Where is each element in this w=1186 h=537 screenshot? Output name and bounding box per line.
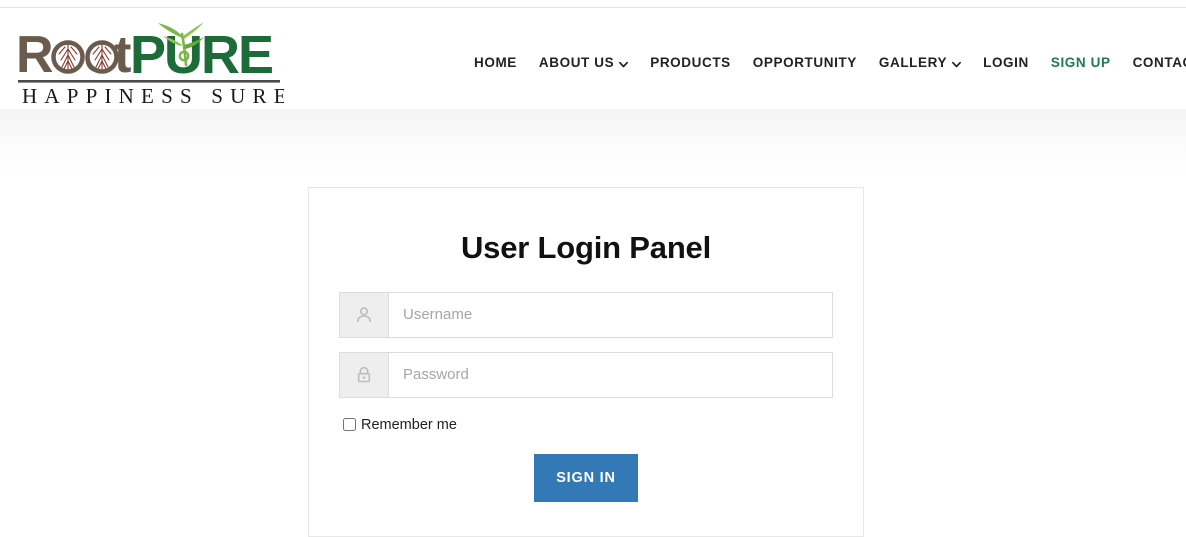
password-field-group bbox=[339, 351, 833, 398]
svg-text:PURE: PURE bbox=[130, 25, 272, 85]
password-input[interactable] bbox=[388, 351, 833, 398]
sign-in-button[interactable]: SIGN IN bbox=[534, 453, 638, 502]
username-input[interactable] bbox=[388, 291, 833, 338]
nav-label-contact: CONTACT bbox=[1132, 55, 1186, 70]
nav-label-about-us: ABOUT US bbox=[538, 55, 615, 70]
remember-me-label[interactable]: Remember me bbox=[361, 417, 457, 433]
lock-icon bbox=[339, 351, 388, 398]
remember-me-checkbox[interactable] bbox=[343, 418, 356, 432]
nav-item-gallery[interactable]: GALLERY bbox=[868, 52, 972, 74]
login-card: User Login Panel Remember bbox=[308, 187, 864, 537]
top-hairline bbox=[0, 0, 1186, 8]
submit-row: SIGN IN bbox=[339, 453, 833, 502]
chevron-down-icon bbox=[952, 60, 962, 69]
nav-item-products[interactable]: PRODUCTS bbox=[639, 52, 742, 74]
nav-item-contact[interactable]: CONTACT bbox=[1122, 52, 1186, 74]
page-title: User Login Panel bbox=[460, 230, 712, 265]
nav-label-home: HOME bbox=[474, 55, 517, 70]
user-icon bbox=[339, 291, 388, 338]
nav-item-home[interactable]: HOME bbox=[474, 52, 528, 74]
nav-item-opportunity[interactable]: OPPORTUNITY bbox=[742, 52, 868, 74]
logo-artwork: Root bbox=[16, 22, 284, 108]
chevron-down-icon bbox=[619, 60, 629, 69]
nav-label-sign-up: SIGN UP bbox=[1050, 55, 1111, 70]
nav-label-gallery: GALLERY bbox=[878, 55, 948, 70]
site-header: Root bbox=[0, 8, 1186, 109]
nav-label-products: PRODUCTS bbox=[650, 55, 731, 70]
remember-me-row: Remember me bbox=[343, 417, 833, 433]
page-body: User Login Panel Remember bbox=[0, 109, 1186, 537]
main-navigation: HOME ABOUT US PRODUCTS OPPORTUNITY GALLE… bbox=[474, 52, 1186, 74]
site-logo[interactable]: Root bbox=[14, 16, 284, 108]
nav-label-login: LOGIN bbox=[983, 55, 1029, 70]
nav-item-sign-up[interactable]: SIGN UP bbox=[1040, 52, 1122, 74]
nav-label-opportunity: OPPORTUNITY bbox=[752, 55, 857, 70]
nav-item-login[interactable]: LOGIN bbox=[972, 52, 1040, 74]
username-field-group bbox=[339, 291, 833, 338]
svg-text:HAPPINESS SURE: HAPPINESS SURE bbox=[22, 84, 284, 108]
nav-item-about-us[interactable]: ABOUT US bbox=[528, 52, 639, 74]
